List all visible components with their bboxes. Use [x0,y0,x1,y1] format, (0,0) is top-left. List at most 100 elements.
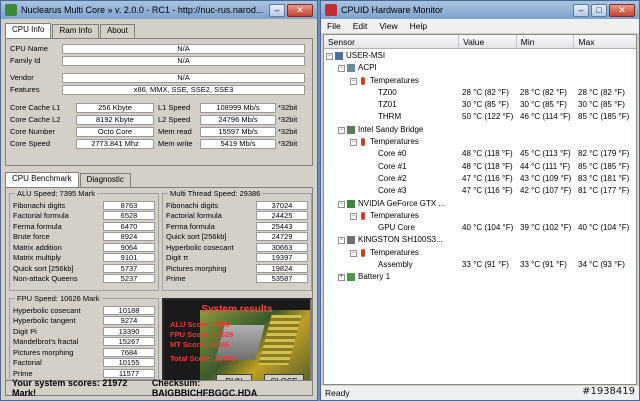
sensor-max [576,198,634,210]
fpu-bench-value: 10155 [103,358,155,367]
tree-node: − KINGSTON SH100S3... [324,234,460,246]
col-min[interactable]: Min [517,35,575,48]
fpu-bench-value: 10188 [103,305,155,315]
mt-bench-value: 30663 [256,242,308,252]
sensor-value: 48 °C (118 °F) [462,149,513,159]
tree-row[interactable]: THRM 50 °C (122 °F) 46 °C (114 °F) 85 °C (1… [324,111,636,123]
total-score: Total Score: 21972 [170,354,236,363]
fpu-bench-row: Mandelbrot's fractal 15267 [13,337,155,347]
maximize-button[interactable]: □ [591,3,607,17]
minimize-button[interactable]: – [573,3,589,17]
collapse-icon[interactable]: − [338,200,345,208]
tree-row[interactable]: − USER-MSI [324,50,636,62]
core-speed-label: Core Speed [10,139,51,148]
menu-edit[interactable]: Edit [353,21,368,31]
collapse-icon[interactable]: − [350,212,357,220]
tree-row[interactable]: Core #1 48 °C (118 °F) 44 °C (111 °F) 85 °C… [324,161,636,173]
alu-bench-value: 8924 [103,232,155,241]
alu-bench-value: 6528 [103,211,155,220]
sensor-name: Temperatures [370,210,419,220]
tree-row[interactable]: − Temperatures [324,136,636,148]
tree-row[interactable]: Core #2 47 °C (116 °F) 43 °C (109 °F) 83 °C… [324,173,636,185]
fpu-bench-value: 13390 [103,326,155,336]
sensor-name: Temperatures [370,75,419,85]
sensor-min: 45 °C (113 °F) [520,149,571,159]
sensor-name: TZ01 [378,100,397,110]
status-text: Ready [325,388,350,398]
hwm-titlebar[interactable]: CPUID Hardware Monitor – □ ✕ [321,1,639,19]
tree-row[interactable]: Assembly 33 °C (91 °F) 33 °C (91 °F) 34 °C … [324,259,636,271]
tree-row[interactable]: TZ00 28 °C (82 °F) 28 °C (82 °F) 28 °C (82 … [324,87,636,99]
collapse-icon[interactable]: − [338,126,345,134]
tab-cpu-benchmark[interactable]: CPU Benchmark [5,172,79,187]
tab-ram-info[interactable]: Ram Info [52,24,99,38]
menu-view[interactable]: View [379,21,397,31]
collapse-icon[interactable]: − [350,139,357,147]
benchmark-panel: ALU Speed: 7395 Mark Fibonachi digits 876… [5,187,313,395]
tree-row[interactable]: − Temperatures [324,210,636,222]
sensor-max: 82 °C (179 °F) [578,149,630,159]
features-label: Features [10,85,40,94]
column-header: Sensor Value Min Max [324,35,636,49]
mt-bench-row: Prime 53587 [166,274,308,284]
mt-bench-label: Hyperbolic cosecant [166,242,234,252]
main-tabs: CPU Info Ram Info About [5,23,313,38]
vendor-label: Vendor [10,73,34,82]
collapse-icon[interactable]: − [326,53,333,60]
tree-node: + Battery 1 [324,271,460,283]
core-cache-l1-value: 256 Kbyte [76,102,154,113]
tab-diagnostic[interactable]: Diagnostic [79,173,131,187]
menu-help[interactable]: Help [410,21,427,31]
fpu-bench-label: Mandelbrot's fractal [13,337,79,346]
alu-bench-row: Fibonachi digits 8763 [13,200,155,210]
collapse-icon[interactable]: − [350,77,357,85]
tree-node: − Intel Sandy Bridge [324,124,460,136]
mt-bench-label: Ferma formula [166,221,215,231]
mt-bench-label: Factorial formula [166,211,222,220]
sensor-min [518,247,576,259]
sensor-min: 42 °C (107 °F) [520,186,572,196]
tree-row[interactable]: − KINGSTON SH100S3... [324,234,636,246]
mt-bench-label: Quick sort [256kb] [166,232,227,241]
alu-bench-row: Matrix multiply 9101 [13,253,155,263]
sensor-name: KINGSTON SH100S3... [358,235,443,245]
col-sensor[interactable]: Sensor [324,35,460,48]
tree-row[interactable]: TZ01 30 °C (85 °F) 30 °C (85 °F) 30 °C (85 … [324,99,636,111]
tree-row[interactable]: + Battery 1 [324,271,636,283]
tab-cpu-info[interactable]: CPU Info [5,23,52,38]
sensor-min [518,62,576,74]
tree-row[interactable]: Core #3 47 °C (116 °F) 42 °C (107 °F) 81 °C… [324,185,636,197]
minimize-button[interactable]: – [269,3,285,17]
close-button[interactable]: ✕ [609,3,635,17]
collapse-icon[interactable]: − [338,65,345,73]
tree-node: TZ00 [324,87,460,99]
mt-bench-label: Prime [166,274,186,283]
tree-row[interactable]: GPU Core 40 °C (104 °F) 39 °C (102 °F) 40 °… [324,222,636,234]
tree-row[interactable]: − Temperatures [324,247,636,259]
expand-icon[interactable]: + [338,274,345,282]
tree-row[interactable]: Core #0 48 °C (118 °F) 45 °C (113 °F) 82 °C… [324,148,636,160]
tree-row[interactable]: − Intel Sandy Bridge [324,124,636,136]
tab-about[interactable]: About [99,24,135,38]
gpu-icon [347,199,355,208]
sensor-name: Battery 1 [358,272,391,282]
collapse-icon[interactable]: − [338,237,345,245]
sensor-max [576,75,634,87]
thermometer-icon [361,138,365,147]
tree-row[interactable]: − ACPI [324,62,636,74]
col-value[interactable]: Value [459,35,517,48]
alu-bench-label: Matrix addition [13,242,62,252]
sensor-value: 33 °C (91 °F) [462,260,509,270]
close-button[interactable]: ✕ [287,3,313,17]
collapse-icon[interactable]: − [350,249,357,257]
nmc-titlebar[interactable]: Nuclearus Multi Core » v. 2.0.0 - RC1 - … [1,1,317,19]
alu-bench-value: 5737 [103,263,155,273]
mt-bench-label: Pictures morphing [166,263,227,273]
menu-file[interactable]: File [327,21,341,31]
col-max[interactable]: Max [574,35,636,48]
thermometer-icon [361,211,365,220]
tree-row[interactable]: − NVIDIA GeForce GTX ... [324,198,636,210]
sensor-tree[interactable]: Sensor Value Min Max − USER-MSI − ACPI − Temp… [323,34,637,385]
tree-row[interactable]: − Temperatures [324,75,636,87]
sensor-value [460,136,518,148]
